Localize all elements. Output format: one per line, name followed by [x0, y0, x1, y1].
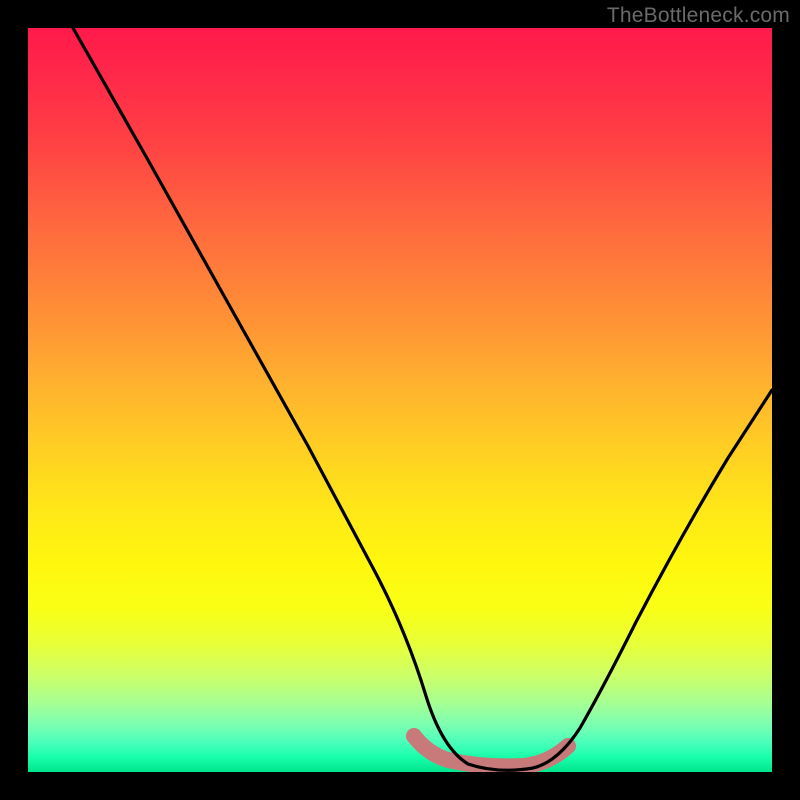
plot-area	[28, 28, 772, 772]
bottleneck-curve-stroke	[73, 28, 772, 770]
watermark-text: TheBottleneck.com	[607, 4, 790, 28]
chart-stage: TheBottleneck.com	[0, 0, 800, 800]
curve-layer	[28, 28, 772, 772]
